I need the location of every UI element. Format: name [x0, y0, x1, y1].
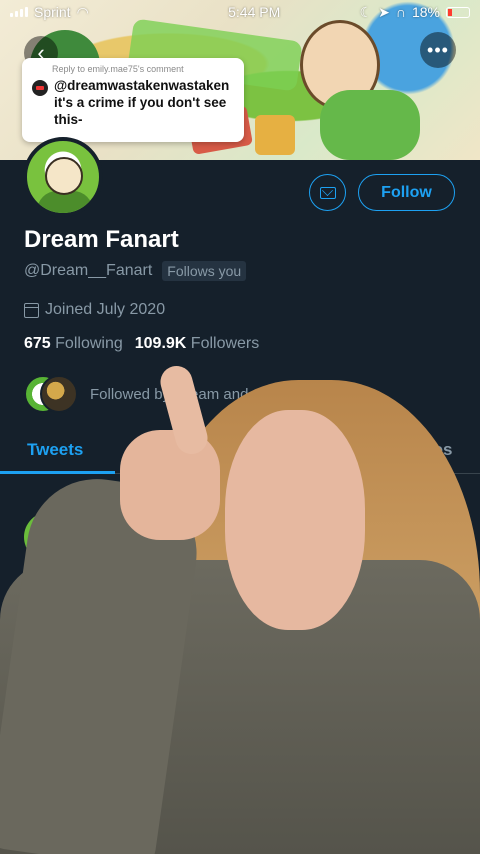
carrier-label: Sprint [34, 4, 71, 20]
envelope-icon [319, 186, 336, 199]
status-bar: Sprint ◠ 5:44 PM ☾ ➤ ∩ 18% [0, 0, 480, 24]
profile-avatar[interactable] [23, 137, 103, 217]
followed-by-text: Followed by Dream and [90, 385, 249, 403]
profile-handle: @Dream__Fanart [24, 262, 153, 279]
following-count: 675 [24, 335, 51, 352]
reply-to-label: Reply to emily.mae75's comment [52, 64, 184, 74]
battery-icon [445, 6, 470, 18]
tweet-avatar[interactable] [24, 512, 74, 562]
followers-count: 109.9K [134, 335, 187, 352]
joined-date: Joined July 2020 [24, 301, 165, 319]
profile-name: Dream Fanart [24, 226, 179, 253]
calendar-icon [24, 302, 39, 318]
follower-avatar [40, 375, 78, 413]
following-label: Following [55, 335, 123, 352]
reply-comment-bubble: Reply to emily.mae75's comment @dreamwas… [22, 58, 244, 142]
tweet-text-line: d. [425, 586, 440, 605]
commenter-avatar [32, 80, 48, 96]
follow-stats: 675 Following 109.9K Followers [24, 335, 259, 353]
location-icon: ➤ [378, 3, 390, 20]
headphones-icon: ∩ [395, 4, 406, 20]
followed-by-row[interactable]: Followed by Dream and [24, 375, 248, 413]
tweet-text: unt, s, d. h! [417, 536, 477, 632]
tab-tweets[interactable]: Tweets [27, 440, 83, 460]
status-time: 5:44 PM [228, 4, 281, 20]
tweet-text-line: s, [425, 562, 439, 581]
followers-link[interactable]: 109.9K Followers [135, 335, 260, 353]
active-tab-indicator [0, 471, 115, 474]
joined-text: Joined July 2020 [45, 301, 166, 318]
message-button[interactable] [309, 174, 346, 211]
chevron-down-icon[interactable]: ⌄ [440, 513, 453, 530]
tweet-text-line: h! [431, 610, 446, 629]
follows-you-badge: Follows you [162, 261, 247, 281]
following-link[interactable]: 675 Following [24, 335, 123, 353]
tab-tweets-replies[interactable]: T [133, 440, 143, 460]
follow-button[interactable]: Follow [358, 174, 455, 211]
battery-percent: 18% [411, 4, 440, 20]
followers-label: Followers [190, 335, 260, 352]
wifi-icon: ◠ [76, 3, 89, 20]
tweet-text-line: unt, [417, 538, 446, 557]
handle-row: @Dream__Fanart Follows you [24, 261, 247, 281]
moon-icon: ☾ [359, 3, 373, 20]
signal-icon [10, 7, 28, 17]
more-button[interactable]: ••• [420, 32, 456, 68]
comment-text: @dreamwastakenwastaken it's a crime if y… [54, 78, 230, 127]
tab-likes[interactable]: Likes [409, 440, 452, 460]
profile-tabs: Tweets T Likes [0, 428, 480, 474]
more-dots-icon: ••• [427, 39, 449, 60]
tweet-date: 04 ⌄ [412, 513, 454, 530]
